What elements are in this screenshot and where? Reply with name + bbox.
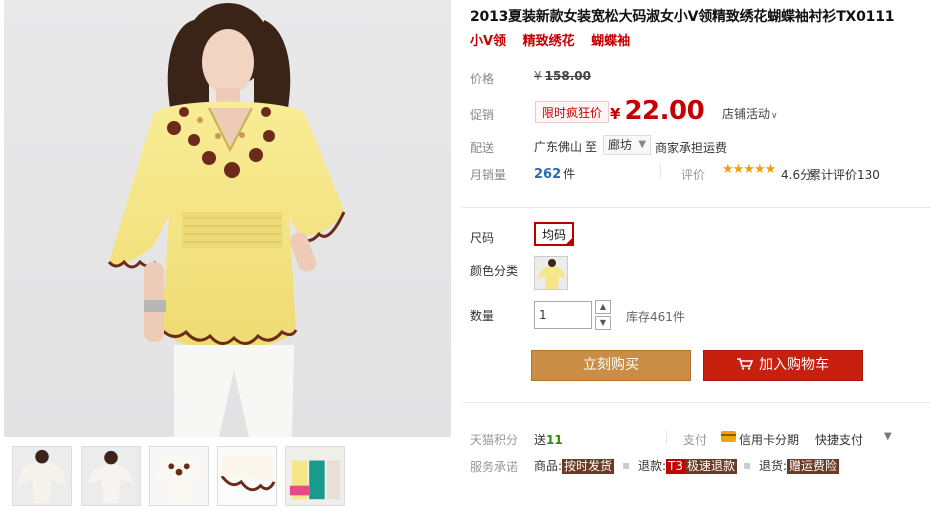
promo-label: 促销 <box>470 108 495 122</box>
divider <box>462 207 930 208</box>
service-item-refund: 退款: T3 极速退款 <box>638 457 738 474</box>
monthly-sales: 262 件 <box>534 165 575 182</box>
buy-now-button[interactable]: 立刻购买 <box>531 350 691 381</box>
thumbnail-1[interactable] <box>12 446 72 506</box>
size-option-label: 均码 <box>542 228 567 242</box>
service-item-shipping: 商品: 按时发货 <box>534 457 615 474</box>
color-label: 颜色分类 <box>470 264 519 278</box>
points-prefix: 送 <box>534 433 547 447</box>
quantity-increase-button[interactable]: ▲ <box>595 300 611 314</box>
separator-dot: ▪ <box>743 458 752 472</box>
rating-label: 评价 <box>681 168 706 182</box>
selected-tick-icon <box>564 236 575 246</box>
original-price: ¥158.00 <box>534 69 591 83</box>
payment-more-dropdown[interactable]: ▼ <box>884 431 892 442</box>
promo-currency: ¥ <box>610 105 621 123</box>
service-tag[interactable]: 按时发货 <box>562 459 615 474</box>
quantity-decrease-button[interactable]: ▼ <box>595 316 611 330</box>
add-to-cart-button[interactable]: 加入购物车 <box>703 350 863 381</box>
ship-to-word: 至 <box>585 140 598 154</box>
promo-price-value: 22.00 <box>624 96 705 126</box>
rating-score: 4.6分 <box>781 168 813 182</box>
chevron-down-icon: ∨ <box>771 111 778 121</box>
points-label: 天猫积分 <box>470 433 519 447</box>
triangle-down-icon: ▼ <box>884 431 892 442</box>
cart-icon <box>737 358 753 370</box>
store-activity-dropdown[interactable]: 店铺活动∨ <box>722 105 778 122</box>
product-tags: 小V领 精致绣花 蝴蝶袖 <box>470 30 642 49</box>
promo-badge: 限时疯狂价 <box>535 101 610 123</box>
main-product-image <box>4 0 451 437</box>
tag-embroidery: 精致绣花 <box>522 34 575 49</box>
destination-city-select[interactable]: 廊坊 ▼ <box>603 135 652 155</box>
product-title: 2013夏装新款女装宽松大码淑女小V领精致绣花蝴蝶袖衬衫TX0111 <box>470 9 895 25</box>
service-prefix: 退款: <box>638 459 667 473</box>
triangle-down-icon: ▼ <box>638 139 647 150</box>
thumbnail-4[interactable] <box>217 446 277 506</box>
payment-label: 支付 <box>683 433 708 447</box>
thumbnail-strip <box>4 446 451 510</box>
divider <box>462 402 930 403</box>
service-label: 服务承诺 <box>470 460 519 474</box>
thumbnail-5[interactable] <box>285 446 345 506</box>
quantity-label: 数量 <box>470 309 495 323</box>
thumbnail-2[interactable] <box>81 446 141 506</box>
promo-price: ¥22.00 <box>610 96 705 126</box>
monthly-sales-label: 月销量 <box>470 168 507 182</box>
thumbnail-3[interactable] <box>149 446 209 506</box>
tag-butterfly-sleeve: 蝴蝶袖 <box>591 34 631 49</box>
price-label: 价格 <box>470 72 495 86</box>
service-badge: T3 <box>666 459 686 474</box>
original-price-value: 158.00 <box>544 69 591 83</box>
points-amount: 11 <box>546 433 563 447</box>
service-prefix: 退货: <box>759 459 788 473</box>
service-tag[interactable]: 极速退款 <box>685 459 738 474</box>
credit-installment-option[interactable]: 信用卡分期 <box>739 431 799 448</box>
size-label: 尺码 <box>470 231 495 245</box>
monthly-sales-count: 262 <box>534 167 562 182</box>
credit-card-icon <box>721 431 736 442</box>
destination-city: 廊坊 <box>608 138 633 152</box>
divider <box>666 430 667 443</box>
quick-pay-option[interactable]: 快捷支付 <box>815 431 863 448</box>
add-to-cart-label: 加入购物车 <box>759 357 829 373</box>
quantity-input[interactable] <box>534 301 592 329</box>
color-option-swatch[interactable] <box>534 256 568 290</box>
shipping-fee-note: 商家承担运费 <box>655 141 728 155</box>
separator-dot: ▪ <box>622 458 631 472</box>
service-tag[interactable]: 赠运费险 <box>787 459 840 474</box>
divider <box>660 164 661 178</box>
ship-from: 广东佛山 <box>534 140 583 154</box>
size-option-selected[interactable]: 均码 <box>534 222 575 246</box>
service-item-return: 退货: 赠运费险 <box>759 457 840 474</box>
stock-text: 库存461件 <box>626 310 685 324</box>
service-prefix: 商品: <box>534 459 563 473</box>
shipping-label: 配送 <box>470 141 495 155</box>
star-icon: ★★★★★ <box>722 162 776 177</box>
currency-symbol: ¥ <box>534 69 542 83</box>
tag-v-neck: 小V领 <box>470 34 507 49</box>
monthly-sales-unit: 件 <box>563 167 576 181</box>
points-value: 送11 <box>534 431 563 448</box>
store-activity-label: 店铺活动 <box>722 107 771 121</box>
model-photo-illustration <box>107 3 346 437</box>
review-count-link[interactable]: 累计评价130 <box>809 166 880 183</box>
